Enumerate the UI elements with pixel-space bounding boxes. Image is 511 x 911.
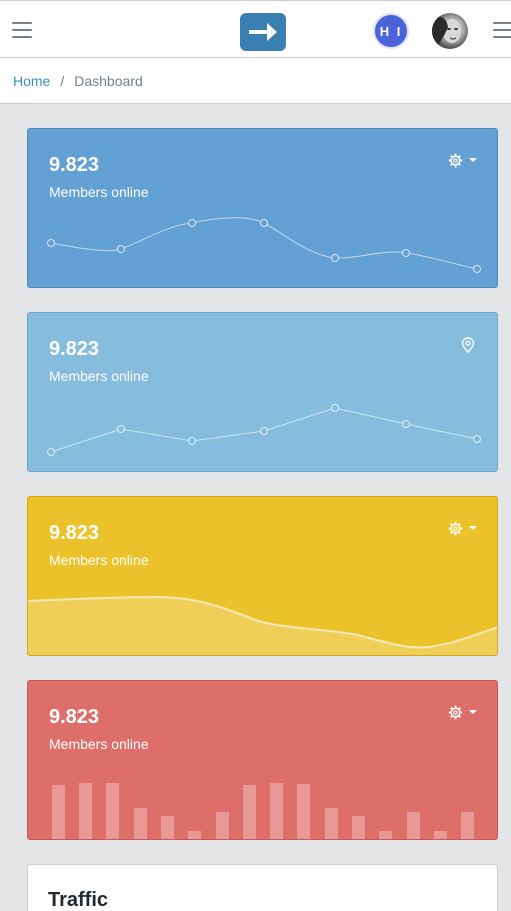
chevron-down-icon [469, 525, 477, 530]
card-label: Members online [49, 184, 149, 200]
card-value: 9.823 [49, 338, 100, 360]
card-value: 9.823 [49, 522, 100, 544]
card-value: 9.823 [49, 706, 100, 728]
user-avatar[interactable] [432, 13, 468, 49]
card-value: 9.823 [49, 154, 100, 176]
gear-icon [448, 153, 463, 168]
gear-icon [448, 705, 463, 720]
card-settings-dropdown[interactable] [448, 153, 477, 168]
location-pin-icon [461, 337, 475, 353]
gear-icon [448, 521, 463, 536]
chevron-down-icon [469, 157, 477, 162]
brand-logo[interactable] [240, 13, 286, 51]
sidebar-toggle-menu-icon[interactable] [12, 22, 32, 38]
breadcrumb-current: Dashboard [74, 73, 143, 89]
breadcrumb-separator: / [60, 73, 65, 89]
card-label: Members online [49, 368, 149, 384]
line-chart-sparkline [47, 217, 481, 273]
card-label: Members online [49, 736, 149, 752]
card-label: Members online [49, 552, 149, 568]
area-chart-sparkline [28, 595, 497, 655]
line-chart-sparkline [47, 404, 481, 456]
top-navbar: H I [0, 0, 511, 58]
members-online-card-yellow: 9.823 Members online [27, 496, 498, 656]
card-location-button[interactable] [461, 337, 475, 353]
bar-chart-sparkline [52, 783, 474, 839]
traffic-title: Traffic [48, 889, 109, 911]
card-settings-dropdown[interactable] [448, 705, 477, 720]
breadcrumb: Home / Dashboard [0, 58, 511, 104]
breadcrumb-home-link[interactable]: Home [13, 73, 50, 89]
traffic-card: Traffic [27, 864, 498, 911]
members-online-card-light-blue: 9.823 Members online [27, 312, 498, 472]
card-settings-dropdown[interactable] [448, 521, 477, 536]
aside-menu-toggle-icon[interactable] [493, 22, 511, 38]
user-initials-badge[interactable]: H I [373, 13, 409, 49]
chevron-down-icon [469, 709, 477, 714]
members-online-card-red: 9.823 Members online [27, 680, 498, 840]
members-online-card-blue: 9.823 Members online [27, 128, 498, 288]
